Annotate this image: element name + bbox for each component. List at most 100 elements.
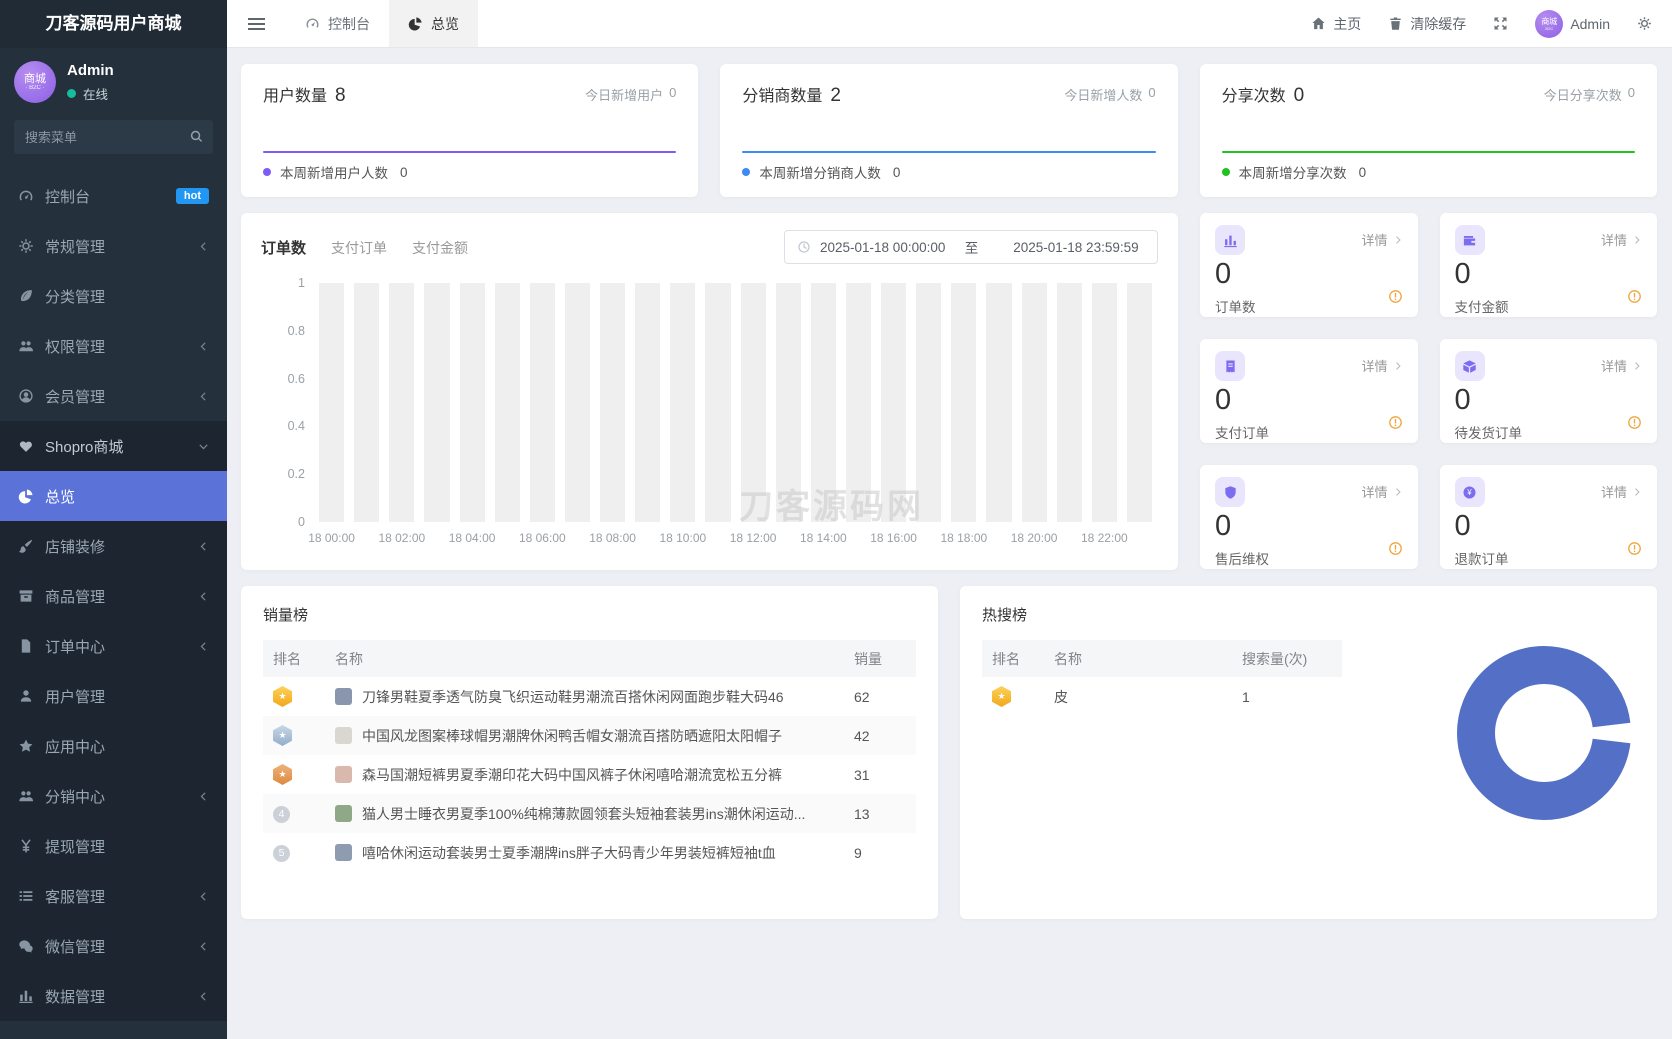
detail-link[interactable]: 详情 [1601,230,1642,249]
tab-overview[interactable]: 总览 [389,0,478,47]
hot-search-card: 热搜榜 排名 名称 搜索量(次) ★ 皮 1 [960,586,1657,919]
legend-dot [263,168,271,176]
sales-rank-title: 销量榜 [263,607,309,624]
week-label: 本周新增分销商人数 [759,166,881,181]
tile-label: 待发货订单 [1454,426,1523,441]
menu-search-input[interactable] [14,120,213,154]
star-icon [18,738,34,754]
info-icon[interactable] [1388,541,1403,556]
x-axis-label: 18 08:00 [589,531,636,545]
x-axis-label: 18 00:00 [308,531,355,545]
item-name: 嘻哈休闲运动套装男士夏季潮牌ins胖子大码青少年男装短裤短袖t血 [362,844,776,861]
detail-link[interactable]: 详情 [1601,356,1642,375]
sidebar-item-overview[interactable]: 总览 [0,471,227,521]
topbar: 控制台 总览 主页 清除缓存 商城 B2C Admin [227,0,1672,48]
detail-label: 详情 [1361,233,1388,248]
user-status: 在线 [67,84,114,103]
item-name: 森马国潮短裤男夏季潮印花大码中国风裤子休闲嘻哈潮流宽松五分裤 [362,766,782,783]
detail-link[interactable]: 详情 [1361,230,1402,249]
wallet-icon [1462,233,1477,248]
sidebar-item-service[interactable]: 客服管理 [0,871,227,921]
chart-bar [459,283,485,522]
chart-bar [389,283,415,522]
sidebar-item-goods[interactable]: 商品管理 [0,571,227,621]
tile-icon-box [1215,225,1245,255]
orders-bar-chart: 1 0.8 0.6 0.4 0.2 0 18 00:00 18 02:00 18 04:00 1… [261,276,1156,545]
leaf-icon [18,288,34,304]
tile-orders: 详情 0 订单数 [1200,213,1418,317]
date-to[interactable]: 2025-01-18 23:59:59 [991,240,1145,255]
settings-button[interactable] [1637,16,1652,31]
sidebar-item-console[interactable]: 控制台 hot [0,171,227,221]
file-icon [18,638,34,654]
sidebar-toggle-button[interactable] [227,0,286,47]
detail-link[interactable]: 详情 [1361,482,1402,501]
x-axis-label: 18 04:00 [448,531,496,545]
table-header-row: 排名 名称 销量 [263,640,916,677]
info-icon[interactable] [1627,289,1642,304]
bottom-row: 销量榜 排名 名称 销量 ★ 刀锋男鞋夏季透气防臭飞织运动鞋男潮流百搭休闲网面跑步鞋大码… [241,586,1657,919]
name-cell: 皮 [1044,677,1232,716]
rank-4-badge: 4 [273,805,290,823]
sidebar-item-general[interactable]: 常规管理 [0,221,227,271]
date-from[interactable]: 2025-01-18 00:00:00 [820,240,952,255]
column-header: 排名 [263,640,325,677]
sidebar-item-shopro[interactable]: Shopro商城 [0,421,227,471]
tile-label: 订单数 [1215,300,1256,315]
users-icon [18,788,34,804]
clear-cache-button[interactable]: 清除缓存 [1388,14,1466,34]
date-range-picker[interactable]: 2025-01-18 00:00:00 至 2025-01-18 23:59:5… [784,230,1158,264]
table-row: 5 嘻哈休闲运动套装男士夏季潮牌ins胖子大码青少年男装短裤短袖t血 9 [263,833,916,872]
chevron-left-icon [198,541,209,552]
tile-pay-orders: 详情 0 支付订单 [1200,339,1418,443]
tile-label: 售后维权 [1215,552,1269,567]
list-icon [18,888,34,904]
chart-tab-0[interactable]: 订单数 [261,237,306,258]
fullscreen-button[interactable] [1493,16,1508,31]
sidebar-item-member[interactable]: 会员管理 [0,371,227,421]
info-icon[interactable] [1388,289,1403,304]
sidebar-item-order[interactable]: 订单中心 [0,621,227,671]
detail-link[interactable]: 详情 [1601,482,1642,501]
chevron-left-icon [198,591,209,602]
sidebar-item-app[interactable]: 应用中心 [0,721,227,771]
sidebar-item-category[interactable]: 分类管理 [0,271,227,321]
x-axis-label: 18 02:00 [378,531,426,545]
info-icon[interactable] [1627,415,1642,430]
sidebar-item-user[interactable]: 用户管理 [0,671,227,721]
chart-bar [564,283,590,522]
clear-cache-label: 清除缓存 [1410,15,1467,32]
detail-link[interactable]: 详情 [1361,356,1402,375]
sidebar-item-auth[interactable]: 权限管理 [0,321,227,371]
sidebar-item-wechat[interactable]: 微信管理 [0,921,227,971]
item-name: 猫人男士睡衣男夏季100%纯棉薄款圆领套头短袖套装男ins潮休闲运动... [362,805,806,822]
chart-tab-1[interactable]: 支付订单 [331,238,387,258]
tab-console[interactable]: 控制台 [286,0,389,47]
sidebar-item-agent[interactable]: 分销中心 [0,771,227,821]
user-profile[interactable]: 商城 · B2C · Admin 在线 [0,48,227,114]
admin-menu[interactable]: 商城 B2C Admin [1535,9,1610,38]
x-axis-label: 18 10:00 [659,531,707,545]
orders-chart-card: 订单数 支付订单 支付金额 2025-01-18 00:00:00 至 2025-0… [241,213,1178,570]
sidebar-item-decorate[interactable]: 店铺装修 [0,521,227,571]
users-icon [18,338,34,354]
chevron-down-icon [198,441,209,452]
chart-tab-2[interactable]: 支付金额 [412,238,468,258]
shop-icon [18,438,34,454]
stat-card-shares: 分享次数 0 今日分享次数 0 本周新增分享次数 0 [1199,64,1657,197]
info-icon[interactable] [1388,415,1403,430]
sidebar-item-data[interactable]: 数据管理 [0,971,227,1021]
tile-icon-box [1215,351,1245,381]
sidebar-item-withdraw[interactable]: 提现管理 [0,821,227,871]
sidebar-item-label: 提现管理 [45,838,106,856]
chevron-right-icon [1632,487,1642,497]
stat-card-users: 用户数量 8 今日新增用户 0 本周新增用户人数 0 [241,64,699,197]
rank-cell: 5 [263,833,325,872]
legend-dot [1221,168,1230,176]
info-icon[interactable] [1627,541,1642,556]
product-thumbnail [335,765,352,783]
legend-dot [742,168,751,176]
chart-bar [529,283,555,522]
home-button[interactable]: 主页 [1311,14,1361,34]
column-header: 排名 [982,640,1044,677]
